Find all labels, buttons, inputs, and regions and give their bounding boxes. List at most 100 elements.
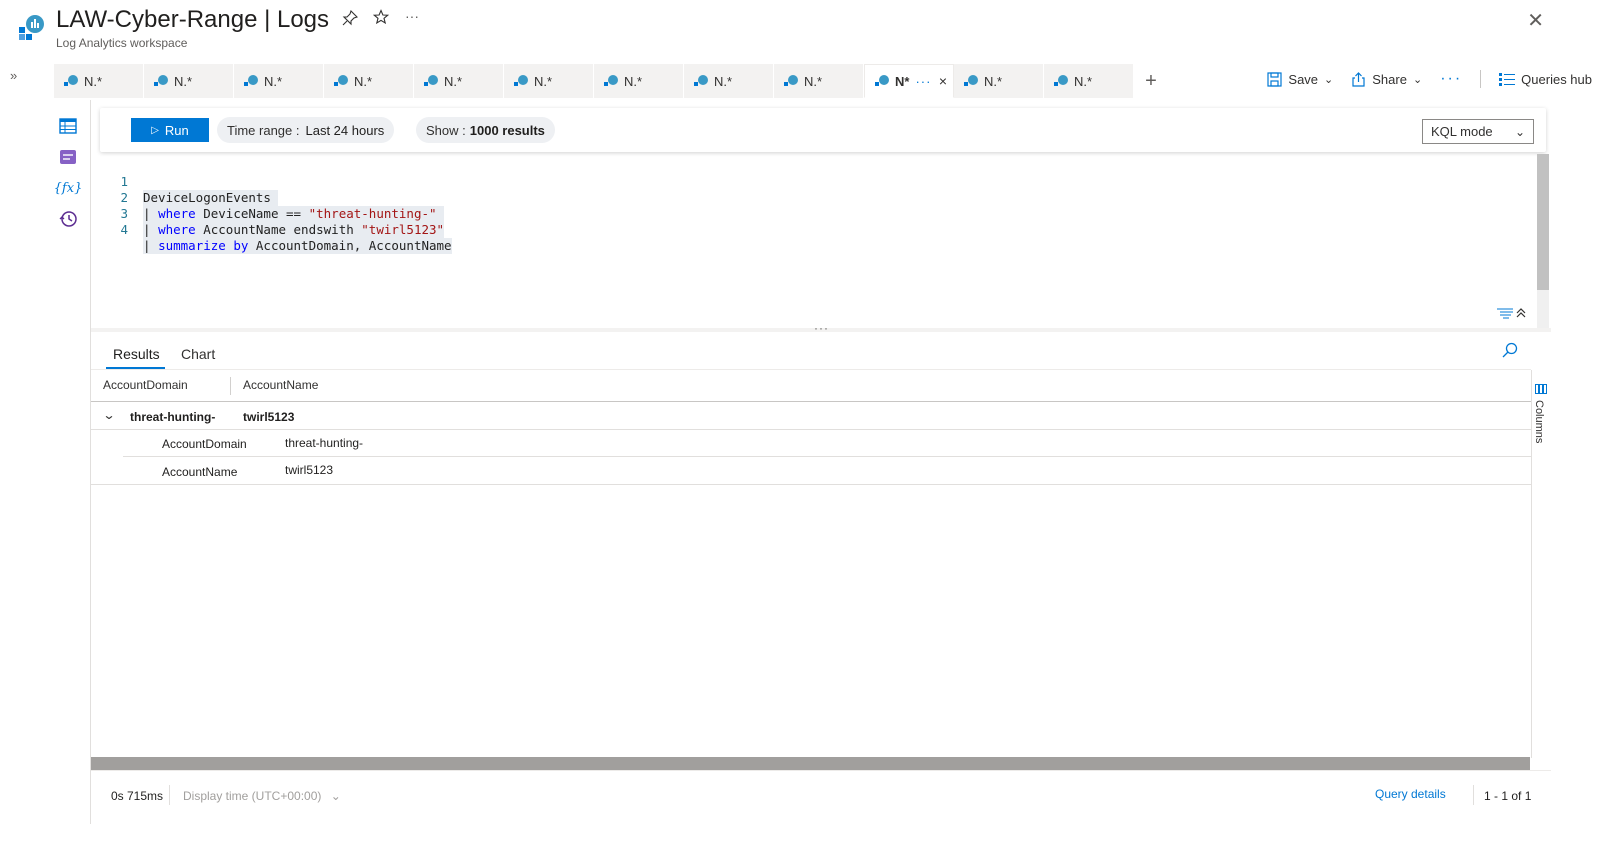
queries-hub-label: Queries hub [1521, 71, 1592, 87]
query-tab-icon [784, 75, 798, 86]
query-tab-icon [424, 75, 438, 86]
query-tab[interactable]: N.* [54, 64, 144, 98]
query-tab-icon [964, 75, 978, 86]
columns-panel-label[interactable]: Columns [1533, 400, 1545, 443]
tab-chart[interactable]: Chart [181, 346, 215, 362]
query-tab-icon [154, 75, 168, 86]
query-tab[interactable]: N.* [594, 64, 684, 98]
time-range-picker[interactable]: Time range : Last 24 hours [217, 117, 395, 143]
run-label: Run [164, 122, 189, 138]
queries-icon[interactable] [58, 147, 78, 167]
result-limit-picker[interactable]: Show : 1000 results [416, 117, 555, 143]
query-tab[interactable]: N.* [324, 64, 414, 98]
share-label: Share [1372, 71, 1407, 87]
code-text: | where AccountName endswith "twirl5123" [143, 222, 445, 238]
tab-label: N.* [624, 73, 643, 89]
query-tab[interactable]: N.* [144, 64, 234, 98]
log-analytics-icon [19, 15, 44, 40]
pin-icon[interactable] [342, 9, 359, 31]
show-prefix: Show : [426, 122, 466, 138]
horizontal-scrollbar[interactable] [91, 757, 1530, 770]
time-range-prefix: Time range : [227, 122, 300, 138]
query-tab[interactable]: N.* [414, 64, 504, 98]
tables-icon[interactable] [58, 116, 78, 136]
query-bar: ▷ Run Time range : Last 24 hours Show : … [100, 108, 1546, 152]
tab-label: N.* [444, 73, 463, 89]
format-collapse-icon[interactable] [1497, 307, 1527, 322]
chevron-down-icon: ⌄ [1324, 73, 1334, 86]
more-actions-icon[interactable]: ··· [1440, 70, 1462, 88]
editor-line: 2 | where DeviceName == "threat-hunting-… [92, 174, 445, 222]
detail-value[interactable]: threat-hunting- [285, 436, 363, 450]
chevron-down-icon: ⌄ [1412, 73, 1423, 86]
query-tab[interactable]: N.* [234, 64, 324, 98]
row-divider [123, 456, 1531, 457]
add-tab-button[interactable]: + [1134, 64, 1168, 98]
query-details-link[interactable]: Query details [1375, 787, 1446, 801]
share-icon [1352, 71, 1365, 87]
query-tab[interactable]: N.* [774, 64, 864, 98]
query-tab[interactable]: N.* [1044, 64, 1134, 98]
tab-close-icon[interactable]: × [939, 73, 947, 89]
column-header-accountname[interactable]: AccountName [243, 378, 318, 392]
group-cell-domain[interactable]: threat-hunting- [130, 410, 215, 424]
chevron-down-icon: ⌄ [330, 789, 341, 803]
query-editor[interactable]: 1 DeviceLogonEvents 2 | where DeviceName… [92, 156, 1536, 328]
page-title: LAW-Cyber-Range | Logs [56, 6, 330, 33]
detail-value[interactable]: twirl5123 [285, 463, 333, 477]
more-icon[interactable]: ··· [405, 8, 419, 24]
save-label: Save [1288, 71, 1319, 87]
display-time-select[interactable]: Display time (UTC+00:00) ⌄ [183, 789, 341, 803]
code-text: | where DeviceName == "threat-hunting-" [143, 206, 445, 222]
columns-icon[interactable] [1535, 381, 1547, 399]
chevron-down-icon[interactable]: ⌄ [102, 408, 115, 422]
tab-label: N.* [1074, 73, 1093, 89]
history-icon[interactable] [58, 209, 78, 229]
query-tab-icon [694, 75, 708, 86]
query-tabs: N.* N.* N.* N.* N.* N.* N.* N.* N.* N* ··… [54, 64, 1168, 98]
code-text: DeviceLogonEvents [143, 190, 279, 206]
tab-results[interactable]: Results [113, 346, 160, 362]
tab-label: N.* [714, 73, 733, 89]
query-tab-icon [1054, 75, 1068, 86]
save-button[interactable]: Save ⌄ [1267, 72, 1333, 87]
tab-label: N.* [984, 73, 1003, 89]
header-divider [91, 401, 1531, 402]
star-icon[interactable] [372, 9, 390, 30]
query-tab-icon [64, 75, 78, 86]
tab-label: N* [895, 73, 910, 89]
close-icon[interactable]: ✕ [1527, 8, 1544, 33]
tab-label: N.* [84, 73, 103, 89]
editor-line: 1 DeviceLogonEvents [92, 158, 279, 206]
functions-icon[interactable]: {fx} [54, 178, 83, 198]
toolbar-divider [1480, 70, 1482, 88]
group-cell-name[interactable]: twirl5123 [243, 410, 294, 424]
queries-hub-button[interactable]: Queries hub [1499, 72, 1592, 87]
column-resizer[interactable] [230, 377, 231, 395]
query-tab[interactable]: N.* [504, 64, 594, 98]
query-tab-icon [604, 75, 618, 86]
run-button[interactable]: ▷ Run [131, 118, 209, 142]
tab-more-icon[interactable]: ··· [915, 74, 931, 89]
content-border [90, 100, 91, 824]
tab-label: N.* [354, 73, 373, 89]
splitter-handle[interactable]: ··· [814, 321, 829, 335]
chevron-down-icon: ⌄ [1514, 124, 1525, 139]
column-header-accountdomain[interactable]: AccountDomain [103, 378, 188, 392]
results-divider [91, 369, 1531, 370]
editor-scrollbar[interactable] [1537, 154, 1549, 290]
code-text: | summarize by AccountDomain, AccountNam… [143, 238, 452, 254]
share-button[interactable]: Share ⌄ [1351, 72, 1422, 87]
query-tab[interactable]: N.* [954, 64, 1044, 98]
kql-mode-select[interactable]: KQL mode ⌄ [1422, 119, 1534, 144]
search-icon[interactable] [1502, 342, 1518, 363]
page-subtitle: Log Analytics workspace [56, 36, 188, 50]
save-icon [1267, 71, 1283, 87]
query-tab-active[interactable]: N* ··· × [864, 64, 954, 98]
row-divider [91, 429, 1531, 430]
tab-label: N.* [264, 73, 283, 89]
query-tab[interactable]: N.* [684, 64, 774, 98]
kql-mode-label: KQL mode [1431, 124, 1493, 139]
expand-sidebar-icon[interactable]: » [10, 68, 17, 83]
side-rail: {fx} [54, 116, 83, 240]
